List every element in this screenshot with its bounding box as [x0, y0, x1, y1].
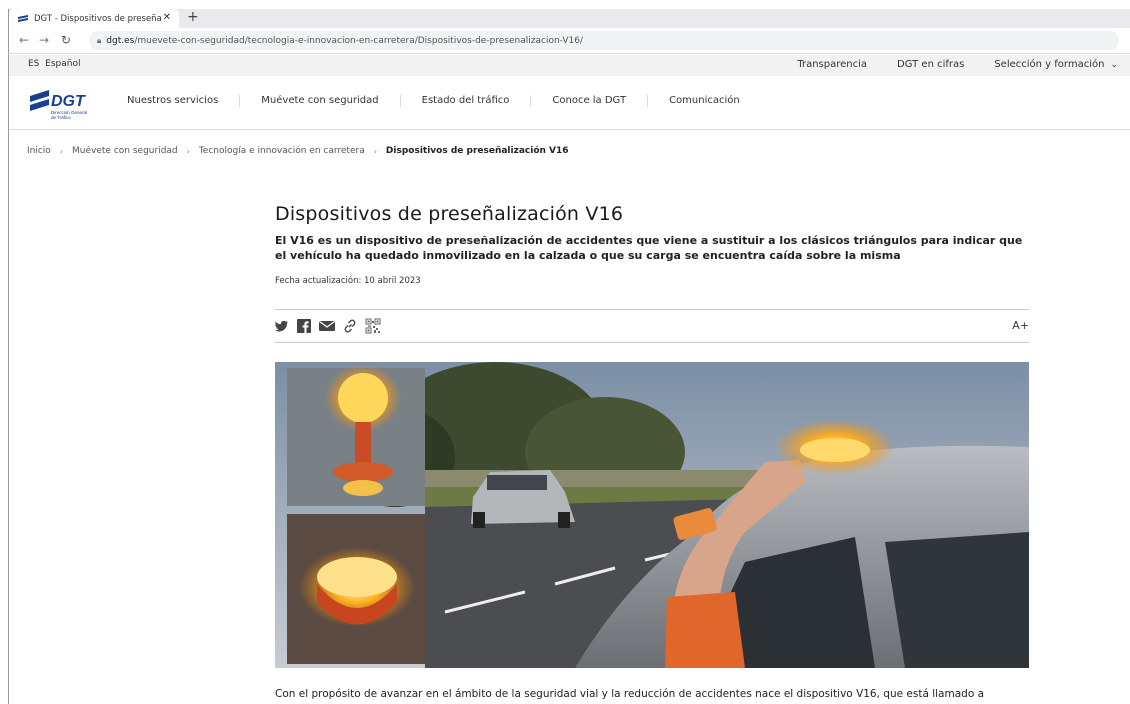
- dgt-logo[interactable]: DGT Dirección General de Tráfico: [27, 84, 107, 122]
- nav-conoce-la-dgt[interactable]: Conoce la DGT: [531, 95, 649, 107]
- nav-muevete-con-seguridad[interactable]: Muévete con seguridad: [240, 95, 401, 107]
- utility-bar: ES Español Transparencia DGT en cifras S…: [9, 55, 1130, 76]
- main-nav: Nuestros servicios Muévete con seguridad…: [125, 95, 761, 107]
- browser-tab[interactable]: DGT - Dispositivos de preseñaliz ✕: [9, 9, 179, 28]
- breadcrumb-tecnologia[interactable]: Tecnología e innovación en carretera: [199, 146, 365, 156]
- share-bar: A+: [275, 309, 1029, 343]
- url-host: dgt.es: [106, 35, 135, 46]
- font-size-increase-button[interactable]: A+: [1012, 319, 1029, 332]
- browser-tab-strip: DGT - Dispositivos de preseñaliz ✕ +: [8, 9, 1130, 28]
- site-header: DGT Dirección General de Tráfico Nuestro…: [9, 76, 1130, 130]
- article-lead: El V16 es un dispositivo de preseñalizac…: [275, 234, 1023, 262]
- dgt-favicon-icon: [18, 14, 28, 22]
- article-body-text: Con el propósito de avanzar en el ámbito…: [275, 688, 985, 700]
- breadcrumb-current: Dispositivos de preseñalización V16: [385, 146, 569, 156]
- twitter-icon[interactable]: [275, 319, 289, 333]
- nav-estado-del-trafico[interactable]: Estado del tráfico: [401, 95, 532, 107]
- breadcrumb-inicio[interactable]: Inicio: [27, 146, 51, 156]
- url-field[interactable]: 🔒︎ dgt.es /muevete-con-seguridad/tecnolo…: [89, 31, 1119, 50]
- language-label: Español: [45, 59, 81, 69]
- language-selector[interactable]: ES Español: [28, 59, 80, 69]
- nav-comunicacion[interactable]: Comunicación: [648, 95, 761, 107]
- new-tab-icon[interactable]: +: [187, 9, 199, 25]
- link-dgt-en-cifras[interactable]: DGT en cifras: [897, 59, 964, 70]
- logo-subtext-2: de Tráfico: [51, 115, 71, 120]
- breadcrumb-separator-icon: ›: [186, 146, 190, 156]
- breadcrumb-separator-icon: ›: [59, 146, 64, 156]
- qr-code-icon[interactable]: [365, 318, 381, 334]
- reload-icon[interactable]: ↻: [61, 33, 71, 47]
- link-seleccion-formacion-label: Selección y formación: [994, 59, 1105, 70]
- email-icon[interactable]: [319, 319, 335, 333]
- link-icon[interactable]: [343, 319, 357, 333]
- link-transparencia[interactable]: Transparencia: [797, 59, 867, 70]
- forward-icon[interactable]: →: [39, 33, 49, 47]
- utility-links: Transparencia DGT en cifras Selección y …: [797, 59, 1118, 70]
- logo-text: DGT: [51, 93, 86, 110]
- page-title: Dispositivos de preseñalización V16: [275, 203, 624, 225]
- back-icon[interactable]: ←: [19, 33, 29, 47]
- window-edge: [8, 54, 9, 704]
- breadcrumb-muevete[interactable]: Muévete con seguridad: [72, 146, 178, 156]
- language-code: ES: [28, 59, 40, 69]
- update-date: Fecha actualización: 10 abril 2023: [275, 276, 421, 286]
- facebook-icon[interactable]: [297, 319, 311, 333]
- lock-icon: 🔒︎: [97, 35, 102, 45]
- url-path: /muevete-con-seguridad/tecnologia-e-inno…: [134, 35, 584, 46]
- chevron-down-icon: ⌄: [1110, 60, 1118, 70]
- breadcrumb-separator-icon: ›: [373, 146, 377, 156]
- link-seleccion-formacion[interactable]: Selección y formación ⌄: [994, 59, 1118, 70]
- nav-nuestros-servicios[interactable]: Nuestros servicios: [125, 95, 241, 107]
- address-bar: ← → ↻ 🔒︎ dgt.es /muevete-con-seguridad/t…: [8, 28, 1130, 54]
- tab-title: DGT - Dispositivos de preseñaliz: [34, 13, 162, 24]
- breadcrumb: Inicio › Muévete con seguridad › Tecnolo…: [27, 146, 569, 156]
- close-tab-icon[interactable]: ✕: [163, 12, 171, 23]
- hero-image: [275, 362, 1029, 668]
